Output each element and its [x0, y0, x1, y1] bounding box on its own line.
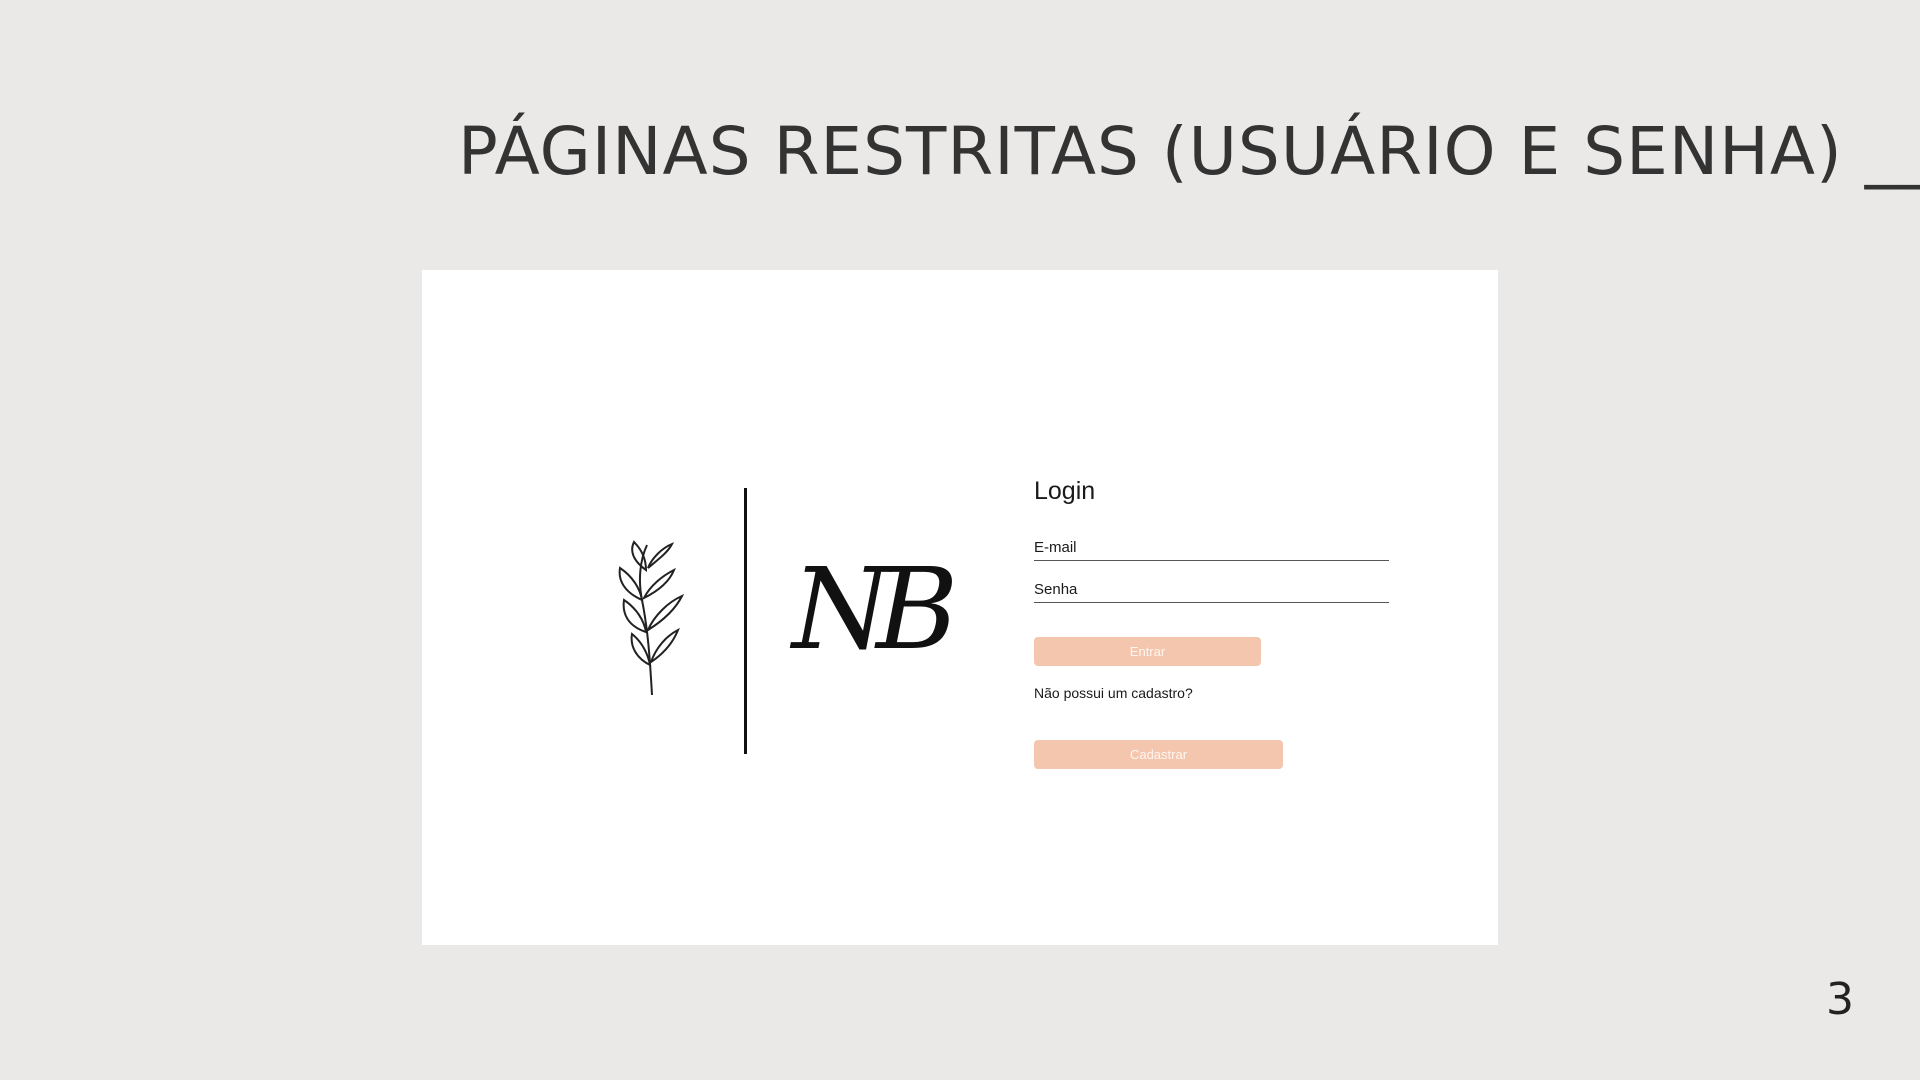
- page-number: 3: [1826, 974, 1854, 1025]
- password-input[interactable]: [1034, 578, 1389, 600]
- brand-logo: [422, 270, 1498, 945]
- register-prompt: Não possui um cadastro?: [1034, 685, 1193, 701]
- login-page-screenshot: NB Login Entrar Não possui um cadastro? …: [422, 270, 1498, 945]
- login-title: Login: [1034, 477, 1096, 505]
- leaf-branch-icon: [618, 540, 685, 696]
- brand-monogram: NB: [792, 545, 958, 675]
- email-field[interactable]: [1034, 536, 1389, 561]
- register-button[interactable]: Cadastrar: [1034, 740, 1283, 769]
- enter-button[interactable]: Entrar: [1034, 637, 1261, 666]
- logo-divider: [744, 488, 747, 754]
- password-field[interactable]: [1034, 578, 1389, 603]
- email-input[interactable]: [1034, 536, 1389, 558]
- slide-title: PÁGINAS RESTRITAS (USUÁRIO E SENHA) __: [458, 113, 1920, 190]
